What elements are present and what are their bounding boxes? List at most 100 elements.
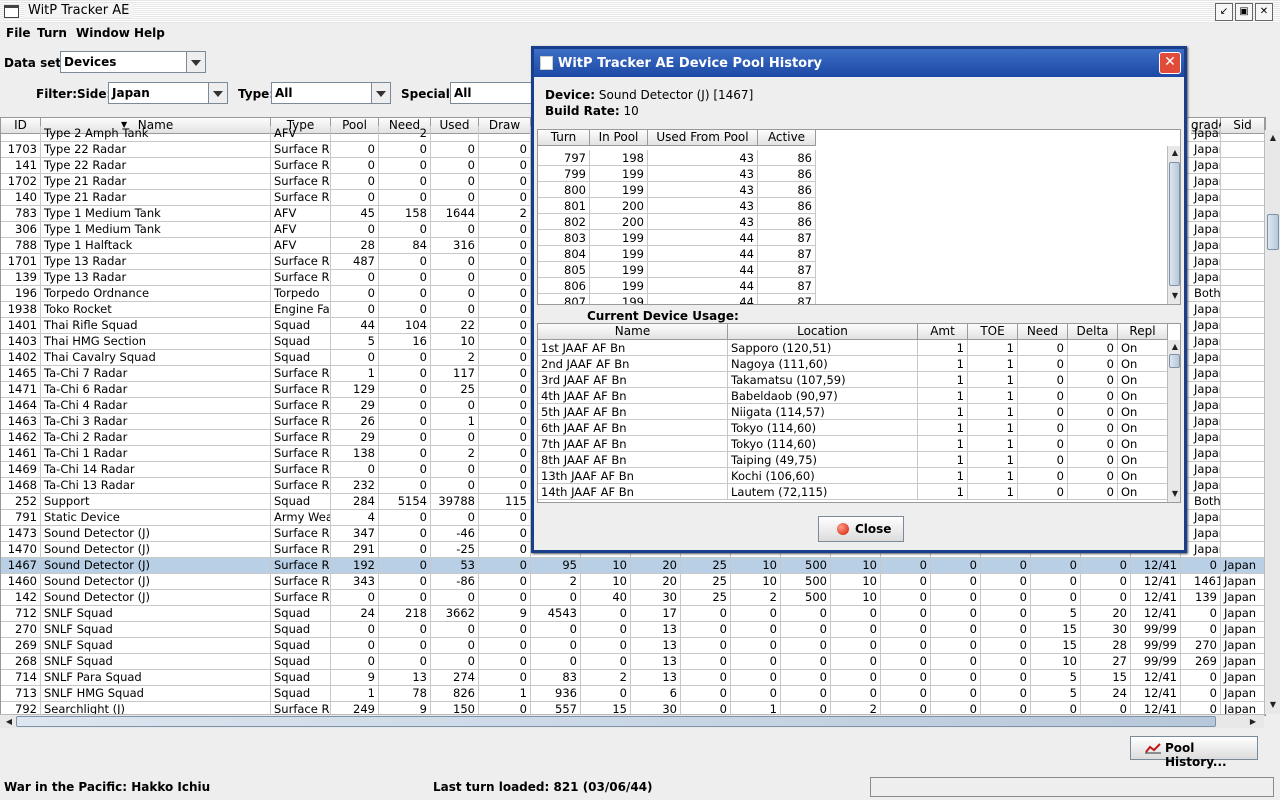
main-vscroll-thumb[interactable]: [1267, 214, 1279, 250]
usage-header-6[interactable]: Repl: [1118, 324, 1168, 340]
usage-scrollbar[interactable]: ▲ ▼: [1167, 340, 1180, 502]
table-row[interactable]: 270 SNLF Squad Squad 0 0 0 0 0 0 13 0 0 0 0 0 0 0 15 30 99/…: [1, 622, 1265, 638]
scroll-down-icon[interactable]: ▼: [1168, 487, 1180, 501]
menu-turn[interactable]: Turn: [37, 26, 67, 40]
scroll-up-icon[interactable]: ▲: [1168, 340, 1180, 354]
pool-history-button[interactable]: Pool History...: [1130, 736, 1258, 769]
table-row[interactable]: 714 SNLF Para Squad Squad 9 13 274 0 83 2 13 0 0 0 0 0…: [1, 670, 1265, 686]
table-cell: Japan: [1191, 542, 1221, 557]
table-cell: Type 13 Radar: [41, 270, 271, 285]
table-row[interactable]: 1460Sound Detector (J)Surface Radar3430-…: [1, 574, 1265, 590]
table-cell: Surface Radar: [271, 142, 331, 157]
usage-header-2[interactable]: Amt: [918, 324, 968, 340]
history-header-3[interactable]: Active: [758, 130, 816, 146]
table-row[interactable]: 268 SNLF Squad Squad 0 0 0 0 0 0 13 0 0 0 0 0 0 0 10 27 99/…: [1, 654, 1265, 670]
history-table[interactable]: Turn In Pool Used From Pool Active 797 198 43…: [537, 129, 1181, 305]
table-cell: 2: [431, 446, 479, 461]
menu-file[interactable]: File: [6, 26, 31, 40]
table-cell: 0: [431, 398, 479, 413]
usage-cell: 0: [1068, 452, 1118, 468]
table-cell: Torpedo Ordnance: [41, 286, 271, 301]
close-x-icon[interactable]: ✕: [1159, 52, 1181, 74]
scroll-right-icon[interactable]: ▶: [1246, 715, 1260, 729]
usage-cell: 0: [1018, 452, 1068, 468]
table-cell: 0: [981, 606, 1031, 621]
history-header-2[interactable]: Used From Pool: [648, 130, 758, 146]
close-button[interactable]: Close: [818, 516, 904, 542]
usage-table[interactable]: Name Location Amt TOE Need Delta Repl 1st JAAF…: [537, 323, 1181, 503]
usage-scroll-thumb[interactable]: [1169, 354, 1180, 368]
table-cell: 0: [479, 574, 531, 589]
table-cell: Japan: [1191, 478, 1221, 493]
table-cell: 0: [681, 670, 731, 685]
table-row[interactable]: 1467Sound Detector (J)Surface Radar19205…: [1, 558, 1265, 574]
usage-header-3[interactable]: TOE: [968, 324, 1018, 340]
history-scroll-thumb[interactable]: [1169, 162, 1180, 286]
history-cell: 200: [590, 198, 648, 214]
scroll-left-icon[interactable]: ◀: [2, 715, 16, 729]
table-row[interactable]: 269 SNLF Squad Squad 0 0 0 0 0 0 13 0 0 0 0 0 0 0 15 28 99/…: [1, 638, 1265, 654]
table-cell: 2: [431, 350, 479, 365]
table-cell: Type 22 Radar: [41, 142, 271, 157]
restore-icon[interactable]: ▣: [1235, 3, 1253, 21]
table-cell: Surface Radar: [271, 430, 331, 445]
device-value: Sound Detector (J) [1467]: [598, 88, 754, 102]
table-cell: 487: [331, 254, 379, 269]
scroll-down-icon[interactable]: ▼: [1168, 289, 1180, 303]
table-cell: 1703: [1, 142, 41, 157]
type-select[interactable]: All: [271, 82, 391, 104]
scroll-down-icon[interactable]: ▼: [1266, 698, 1280, 712]
table-cell: Japan: [1191, 414, 1221, 429]
usage-cell: Nagoya (111,60): [728, 356, 918, 372]
table-cell: 0: [781, 638, 831, 653]
history-scrollbar[interactable]: ▲ ▼: [1167, 146, 1180, 304]
table-cell: 0: [881, 686, 931, 701]
table-cell: 712: [1, 606, 41, 621]
table-cell: 291: [331, 542, 379, 557]
usage-header-4[interactable]: Need: [1018, 324, 1068, 340]
table-cell: 0: [831, 606, 881, 621]
minimize-icon[interactable]: ↙: [1215, 3, 1233, 21]
main-horizontal-scrollbar[interactable]: ◀ ▶: [0, 714, 1264, 728]
scroll-up-icon[interactable]: ▲: [1266, 131, 1280, 145]
usage-cell: 0: [1018, 340, 1068, 356]
menu-help[interactable]: Help: [134, 26, 165, 40]
usage-cell: 1: [968, 468, 1018, 484]
table-cell: 0: [331, 270, 379, 285]
history-cell: 43: [648, 214, 758, 230]
dataset-select[interactable]: Devices: [60, 51, 206, 73]
table-cell: 0: [379, 510, 431, 525]
chevron-down-icon[interactable]: [186, 52, 205, 72]
chevron-down-icon[interactable]: [208, 83, 227, 103]
chevron-down-icon[interactable]: [371, 83, 390, 103]
table-cell: 140: [1, 190, 41, 205]
scroll-up-icon[interactable]: ▲: [1168, 146, 1180, 160]
usage-header-0[interactable]: Name: [538, 324, 728, 340]
table-cell: Squad: [271, 494, 331, 509]
side-select[interactable]: Japan: [108, 82, 228, 104]
table-cell: 0: [431, 430, 479, 445]
table-cell: 0: [379, 222, 431, 237]
history-header-1[interactable]: In Pool: [590, 130, 648, 146]
main-hscroll-thumb[interactable]: [16, 716, 1216, 727]
usage-cell: On: [1118, 468, 1168, 484]
table-cell: 0: [731, 622, 781, 637]
history-header-0[interactable]: Turn: [538, 130, 590, 146]
history-cell: 805: [538, 262, 590, 278]
build-rate-value: 10: [623, 104, 639, 118]
table-row[interactable]: 712 SNLF Squad Squad 24 218 3662 9 4543 0 17 0 0 0 0 0…: [1, 606, 1265, 622]
close-window-icon[interactable]: ✕: [1255, 3, 1273, 21]
table-cell: AFV: [271, 206, 331, 221]
usage-cell: 0: [1068, 436, 1118, 452]
usage-header-1[interactable]: Location: [728, 324, 918, 340]
usage-header-5[interactable]: Delta: [1068, 324, 1118, 340]
usage-cell: 0: [1068, 372, 1118, 388]
usage-cell: On: [1118, 404, 1168, 420]
main-vertical-scrollbar[interactable]: ▲ ▼: [1264, 130, 1280, 714]
table-row[interactable]: 142Sound Detector (J)Surface Radar000004…: [1, 590, 1265, 606]
table-cell: 343: [331, 574, 379, 589]
table-row[interactable]: 713 SNLF HMG Squad Squad 1 78 826 1 936 0 6 0 0 0 0 0 0…: [1, 686, 1265, 702]
usage-cell: 0: [1068, 388, 1118, 404]
menu-window[interactable]: Window: [76, 26, 130, 40]
table-cell: 0: [681, 622, 731, 637]
